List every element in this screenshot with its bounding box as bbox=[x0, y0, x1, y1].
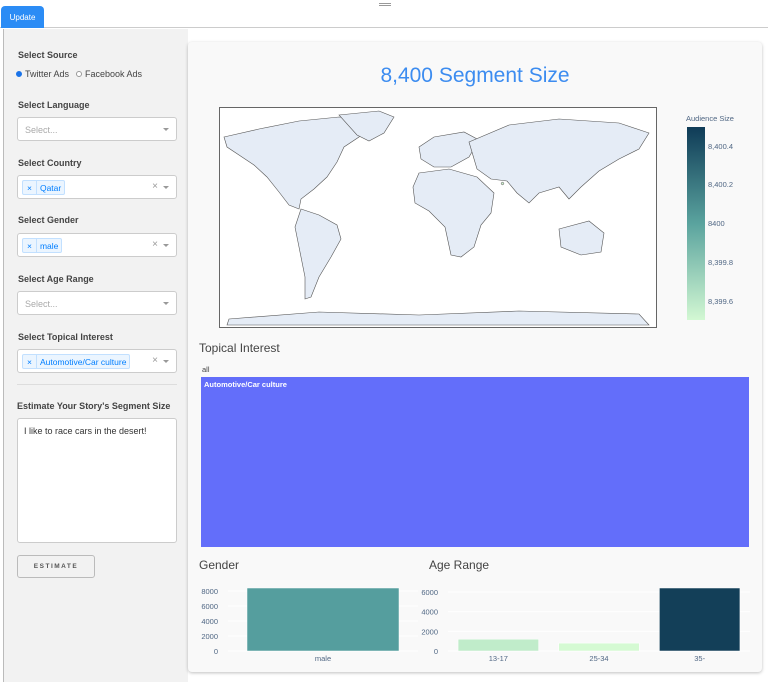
gender-label: Select Gender bbox=[18, 215, 79, 225]
x-tick-label: male bbox=[315, 654, 331, 663]
interest-tag: × Automotive/Car culture bbox=[22, 354, 131, 369]
source-label: Select Source bbox=[18, 50, 78, 60]
bar-male[interactable] bbox=[246, 587, 400, 652]
y-tick-label: 2000 bbox=[421, 627, 438, 636]
radio-facebook-label[interactable]: Facebook Ads bbox=[85, 69, 142, 79]
remove-tag-icon[interactable]: × bbox=[23, 355, 37, 368]
treemap-title: Topical Interest bbox=[199, 341, 280, 355]
y-tick-label: 0 bbox=[434, 647, 438, 656]
source-radio-group: Twitter Ads Facebook Ads bbox=[16, 69, 142, 79]
segment-size-title: 8,400 Segment Size bbox=[380, 64, 570, 87]
colorbar-tick: 8,399.8 bbox=[708, 258, 733, 267]
country-tag: × Qatar bbox=[22, 180, 66, 195]
y-tick-label: 4000 bbox=[201, 617, 218, 626]
chevron-down-icon[interactable] bbox=[163, 244, 169, 247]
country-tag-label: Qatar bbox=[39, 182, 62, 193]
country-label: Select Country bbox=[18, 158, 82, 168]
y-tick-label: 2000 bbox=[201, 632, 218, 641]
update-button[interactable]: Update bbox=[1, 6, 44, 28]
estimate-label: Estimate Your Story's Segment Size bbox=[17, 401, 171, 411]
age-label: Select Age Range bbox=[18, 274, 94, 284]
remove-tag-icon[interactable]: × bbox=[23, 181, 37, 194]
language-label: Select Language bbox=[18, 100, 90, 110]
age-dropdown[interactable]: Select... bbox=[17, 291, 177, 315]
clear-icon[interactable]: × bbox=[152, 181, 158, 192]
estimate-button[interactable]: ESTIMATE bbox=[17, 555, 95, 578]
gender-chart-title: Gender bbox=[199, 558, 240, 572]
x-tick-label: 25-34 bbox=[589, 654, 608, 663]
y-tick-label: 4000 bbox=[421, 608, 438, 617]
language-placeholder: Select... bbox=[25, 125, 58, 135]
bar-25-34[interactable] bbox=[558, 642, 640, 652]
bar-35-[interactable] bbox=[659, 587, 741, 652]
treemap-tile[interactable]: Automotive/Car culture bbox=[201, 377, 749, 547]
colorbar-gradient bbox=[687, 127, 705, 320]
colorbar-tick: 8,399.6 bbox=[708, 297, 733, 306]
radio-facebook[interactable] bbox=[76, 71, 83, 77]
language-dropdown[interactable]: Select... bbox=[17, 117, 177, 141]
world-map[interactable] bbox=[219, 107, 657, 328]
sidebar: Select Source Twitter Ads Facebook Ads S… bbox=[3, 29, 188, 682]
gender-tag-label: male bbox=[39, 240, 59, 251]
chevron-down-icon[interactable] bbox=[163, 128, 169, 131]
x-tick-label: 13-17 bbox=[489, 654, 508, 663]
radio-twitter[interactable] bbox=[16, 71, 22, 77]
treemap-root-label[interactable]: all bbox=[202, 365, 210, 374]
radio-twitter-label[interactable]: Twitter Ads bbox=[25, 69, 69, 79]
chevron-down-icon[interactable] bbox=[163, 302, 169, 305]
gender-dropdown[interactable]: × male × bbox=[17, 233, 177, 257]
country-dropdown[interactable]: × Qatar × bbox=[17, 175, 177, 199]
colorbar-tick: 8,400.2 bbox=[708, 180, 733, 189]
y-tick-label: 0 bbox=[214, 647, 218, 656]
age-chart-title: Age Range bbox=[429, 558, 490, 572]
clear-icon[interactable]: × bbox=[152, 355, 158, 366]
age-placeholder: Select... bbox=[25, 299, 58, 309]
divider bbox=[17, 384, 177, 385]
colorbar-tick: 8,400.4 bbox=[708, 142, 733, 151]
bar-13-17[interactable] bbox=[457, 638, 539, 652]
y-tick-label: 8000 bbox=[201, 587, 218, 596]
interest-dropdown[interactable]: × Automotive/Car culture × bbox=[17, 349, 177, 373]
colorbar: Audience Size 8,400.4 8,400.2 8400 8,399… bbox=[686, 114, 734, 320]
y-tick-label: 6000 bbox=[421, 588, 438, 597]
x-tick-label: 35- bbox=[694, 654, 705, 663]
treemap-tile-label: Automotive/Car culture bbox=[204, 380, 287, 389]
resize-handle[interactable] bbox=[379, 3, 391, 6]
remove-tag-icon[interactable]: × bbox=[23, 239, 37, 252]
chevron-down-icon[interactable] bbox=[163, 186, 169, 189]
bar-charts: 0 2000 4000 6000 8000 male 0 2000 4000 6000 13-17 2… bbox=[201, 587, 750, 663]
y-tick-label: 6000 bbox=[201, 602, 218, 611]
chevron-down-icon[interactable] bbox=[163, 360, 169, 363]
interest-label: Select Topical Interest bbox=[18, 332, 113, 342]
clear-icon[interactable]: × bbox=[152, 239, 158, 250]
top-bar bbox=[0, 0, 768, 28]
colorbar-title: Audience Size bbox=[686, 114, 734, 123]
story-textarea[interactable] bbox=[17, 418, 177, 543]
colorbar-tick: 8400 bbox=[708, 219, 725, 228]
results-card: 8,400 Segment Size Audience Size 8,400.4… bbox=[188, 42, 762, 672]
interest-tag-label: Automotive/Car culture bbox=[39, 356, 127, 367]
gender-tag: × male bbox=[22, 238, 63, 253]
